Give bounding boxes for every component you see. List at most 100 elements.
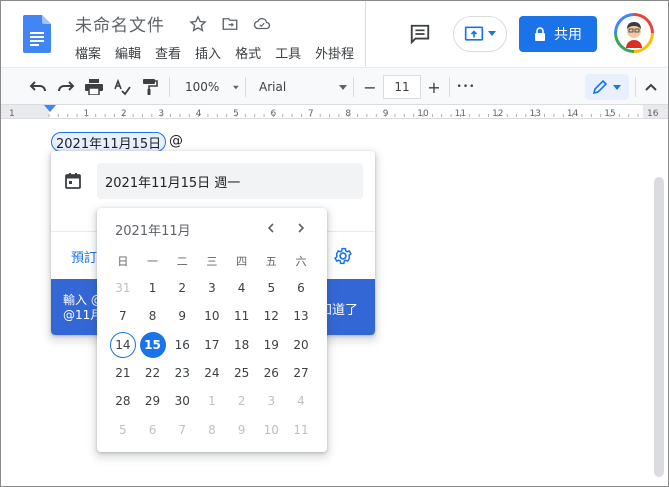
calendar-day[interactable]: 25 (227, 359, 257, 387)
account-avatar[interactable] (614, 13, 654, 53)
chevron-up-icon (645, 83, 657, 91)
cloud-status-icon[interactable] (251, 13, 273, 35)
lock-icon (535, 27, 545, 41)
collapse-menus-button[interactable] (641, 76, 661, 98)
menu-format[interactable]: 格式 (235, 43, 261, 62)
toolbar-separator (635, 77, 636, 97)
date-picker: 2021年11月 日一二三四五六 31 1 2 3 4 5 6 7 8 9 10 11 12 13 14 15 1… (97, 208, 327, 452)
calendar-day[interactable]: 2 (227, 387, 257, 415)
calendar-day[interactable]: 27 (286, 359, 316, 387)
spellcheck-button[interactable] (111, 76, 133, 98)
present-button[interactable] (453, 16, 507, 52)
zoom-select[interactable]: 100% (177, 76, 239, 98)
star-icon[interactable] (187, 13, 209, 35)
calendar-day[interactable]: 13 (286, 302, 316, 330)
calendar-day[interactable]: 10 (197, 302, 227, 330)
paint-format-button[interactable] (139, 76, 161, 98)
calendar-day[interactable]: 19 (256, 331, 286, 359)
calendar-day[interactable]: 7 (108, 302, 138, 330)
calendar-day[interactable]: 15 (138, 331, 168, 359)
editing-mode-button[interactable] (585, 74, 629, 100)
gear-icon (334, 247, 352, 265)
calendar-day[interactable]: 7 (167, 415, 197, 443)
menu-tools[interactable]: 工具 (275, 43, 301, 62)
calendar-day[interactable]: 31 (108, 274, 138, 302)
calendar-day[interactable]: 20 (286, 331, 316, 359)
menu-file[interactable]: 檔案 (75, 43, 101, 62)
weekday-header: 四 (236, 255, 248, 268)
calendar-day[interactable]: 29 (138, 387, 168, 415)
chevron-left-icon (267, 223, 274, 233)
calendar-day[interactable]: 3 (197, 274, 227, 302)
calendar-day[interactable]: 3 (256, 387, 286, 415)
calendar-day[interactable]: 6 (138, 415, 168, 443)
calendar-day[interactable]: 4 (227, 274, 257, 302)
move-folder-icon[interactable] (219, 13, 241, 35)
calendar-day-label: 7 (119, 309, 127, 324)
calendar-day[interactable]: 28 (108, 387, 138, 415)
next-month-button[interactable] (293, 220, 309, 236)
calendar-day[interactable]: 2 (167, 274, 197, 302)
date-chip[interactable]: 2021年11月15日 (51, 132, 167, 152)
undo-button[interactable] (27, 76, 49, 98)
calendar-day-label: 31 (115, 281, 131, 296)
previous-month-button[interactable] (263, 220, 279, 236)
share-button[interactable]: 共用 (519, 16, 597, 52)
calendar-day-label: 6 (297, 281, 305, 296)
first-line-indent-marker[interactable] (44, 105, 56, 112)
calendar-day[interactable]: 16 (167, 331, 197, 359)
calendar-day[interactable]: 11 (227, 302, 257, 330)
more-tools-button[interactable]: ••• (455, 76, 477, 98)
menu-insert[interactable]: 插入 (195, 43, 221, 62)
calendar-day[interactable]: 8 (138, 302, 168, 330)
menu-edit[interactable]: 編輯 (115, 43, 141, 62)
calendar-day[interactable]: 6 (286, 274, 316, 302)
print-icon (85, 79, 103, 95)
calendar-day[interactable]: 11 (286, 415, 316, 443)
calendar-day-label: 27 (293, 366, 309, 381)
increase-font-size-button[interactable]: + (423, 76, 445, 98)
calendar-day[interactable]: 24 (197, 359, 227, 387)
calendar-day[interactable]: 1 (197, 387, 227, 415)
calendar-day[interactable]: 9 (227, 415, 257, 443)
docs-logo-icon[interactable] (23, 15, 51, 53)
calendar-day-label: 29 (144, 394, 161, 409)
calendar-day[interactable]: 30 (167, 387, 197, 415)
calendar-day[interactable]: 8 (197, 415, 227, 443)
calendar-day[interactable]: 23 (167, 359, 197, 387)
calendar-day[interactable]: 14 (108, 331, 138, 359)
date-settings-button[interactable] (333, 246, 353, 266)
calendar-day-label: 18 (233, 337, 250, 352)
redo-button[interactable] (55, 76, 77, 98)
calendar-day-label: 5 (119, 422, 127, 437)
calendar-day[interactable]: 12 (256, 302, 286, 330)
weekday-header: 二 (176, 255, 188, 268)
print-button[interactable] (83, 76, 105, 98)
calendar-day[interactable]: 4 (286, 387, 316, 415)
document-title[interactable]: 未命名文件 (75, 11, 165, 36)
calendar-day[interactable]: 21 (108, 359, 138, 387)
calendar-day[interactable]: 17 (197, 331, 227, 359)
calendar-day-label: 8 (208, 422, 216, 437)
date-input[interactable]: 2021年11月15日 週一 (97, 163, 363, 199)
vertical-scrollbar[interactable] (654, 177, 664, 477)
menu-view[interactable]: 查看 (155, 43, 181, 62)
calendar-day[interactable]: 18 (227, 331, 257, 359)
calendar-day[interactable]: 26 (256, 359, 286, 387)
calendar-day-label: 28 (115, 394, 131, 409)
calendar-day[interactable]: 1 (138, 274, 168, 302)
calendar-day[interactable]: 5 (256, 274, 286, 302)
default-format-link[interactable]: 預訂 (71, 247, 97, 266)
font-family-select[interactable]: Arial (253, 76, 349, 98)
horizontal-ruler[interactable]: 112345678910111213141516 (1, 105, 668, 119)
calendar-day[interactable]: 5 (108, 415, 138, 443)
ruler-ticks: 112345678910111213141516 (9, 109, 659, 119)
decrease-font-size-button[interactable]: − (359, 76, 381, 98)
menu-addons[interactable]: 外掛程 (315, 43, 354, 62)
menu-bar: 檔案 編輯 查看 插入 格式 工具 外掛程 (75, 43, 354, 62)
calendar-day[interactable]: 9 (167, 302, 197, 330)
font-size-input[interactable]: 11 (383, 75, 421, 99)
calendar-day[interactable]: 22 (138, 359, 168, 387)
calendar-day[interactable]: 10 (256, 415, 286, 443)
comment-history-button[interactable] (405, 19, 435, 49)
